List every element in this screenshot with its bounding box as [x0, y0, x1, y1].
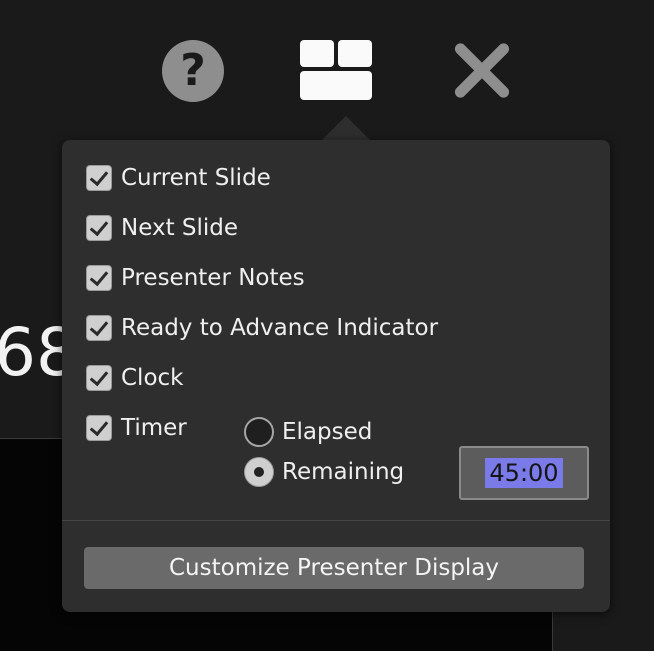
checkmark-icon	[89, 166, 109, 187]
elapsed-label: Elapsed	[282, 419, 373, 445]
timer-mode-elapsed[interactable]: Elapsed	[244, 416, 372, 448]
elapsed-radio[interactable]	[244, 417, 274, 447]
popover-arrow	[322, 116, 370, 140]
current-slide-label: Current Slide	[121, 165, 271, 191]
timer-label: Timer	[121, 415, 187, 441]
radio-selected-dot	[254, 467, 264, 477]
close-icon[interactable]	[452, 40, 512, 100]
timer-duration-value[interactable]: 45:00	[485, 458, 563, 488]
checkmark-icon	[89, 266, 109, 287]
help-icon[interactable]: ?	[162, 40, 224, 102]
option-clock[interactable]: Clock	[86, 363, 184, 393]
timer-mode-remaining[interactable]: Remaining	[244, 456, 404, 488]
timer-checkbox[interactable]	[86, 415, 112, 441]
next-slide-checkbox[interactable]	[86, 215, 112, 241]
remaining-radio[interactable]	[244, 457, 274, 487]
option-ready-to-advance[interactable]: Ready to Advance Indicator	[86, 313, 438, 343]
timer-duration-field[interactable]: 45:00	[459, 446, 589, 500]
clock-checkbox[interactable]	[86, 365, 112, 391]
option-current-slide[interactable]: Current Slide	[86, 163, 271, 193]
checkmark-icon	[89, 216, 109, 237]
checkmark-icon	[89, 316, 109, 337]
presenter-layout-popover: Current Slide Next Slide Presenter Notes…	[62, 140, 610, 612]
ready-to-advance-label: Ready to Advance Indicator	[121, 315, 439, 341]
divider	[62, 520, 610, 521]
clock-label: Clock	[121, 365, 184, 391]
layout-options-icon[interactable]	[300, 40, 372, 100]
presenter-notes-checkbox[interactable]	[86, 265, 112, 291]
current-slide-checkbox[interactable]	[86, 165, 112, 191]
presenter-notes-label: Presenter Notes	[121, 265, 305, 291]
ready-to-advance-checkbox[interactable]	[86, 315, 112, 341]
customize-presenter-display-button[interactable]: Customize Presenter Display	[84, 547, 584, 589]
checkmark-icon	[89, 366, 109, 387]
next-slide-label: Next Slide	[121, 215, 239, 241]
option-timer[interactable]: Timer	[86, 413, 187, 443]
checkmark-icon	[89, 416, 109, 437]
remaining-label: Remaining	[282, 459, 405, 485]
option-presenter-notes[interactable]: Presenter Notes	[86, 263, 305, 293]
option-next-slide[interactable]: Next Slide	[86, 213, 238, 243]
